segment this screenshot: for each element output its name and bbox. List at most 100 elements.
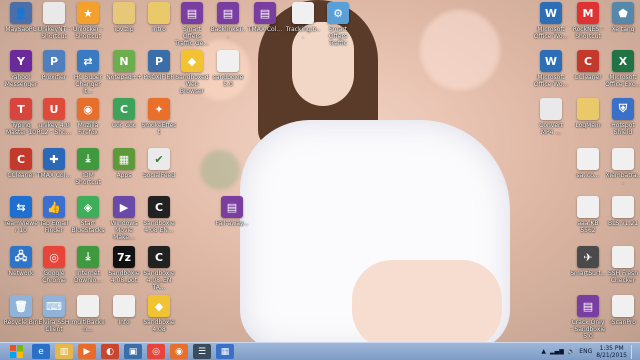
desktop-icon[interactable]: multiBacklin...: [70, 295, 106, 339]
volume-icon[interactable]: 🔊: [568, 348, 575, 355]
unlocker-icon: ★: [77, 2, 99, 24]
tray-arrow-icon[interactable]: ▲: [541, 348, 546, 355]
desktop-icon[interactable]: ✚ TMAX Col...: [36, 148, 72, 192]
desktop-icon[interactable]: ★ Unlocker - Shortcut: [70, 2, 106, 46]
desktop-icon[interactable]: iScanPro: [605, 295, 640, 339]
idm-icon: ⤓: [77, 246, 99, 268]
start-button[interactable]: [4, 344, 30, 359]
desktop-icon[interactable]: ✈ SmartSurf...: [570, 246, 606, 290]
apps-icon: ▦: [113, 148, 135, 170]
desktop-icon[interactable]: Uunikey 4.0 RC2 - Sho...: [36, 98, 72, 142]
language-indicator[interactable]: ENG: [579, 348, 592, 355]
desktop-icon[interactable]: LogMeIn: [570, 98, 606, 142]
desktop-icon[interactable]: sandboxie 5.0: [210, 50, 246, 94]
chrome-icon: ◎: [43, 246, 65, 268]
desktop-icon[interactable]: C CCleaner: [3, 148, 39, 192]
desktop-icon[interactable]: BLS v1.21: [605, 196, 640, 240]
desktop-icon[interactable]: ⬟ Xe tang: [605, 2, 640, 46]
desktop-icon[interactable]: M RockNES - Shortcut: [570, 2, 606, 46]
desktop-icon-label: Sandboxie 4.08: [143, 319, 175, 333]
desktop-icon[interactable]: ⚙ Smart Offers Traffic: [320, 2, 356, 47]
network-icon[interactable]: ▂▄▆: [550, 348, 564, 355]
desktop-icon-label: SSH Fresh Checker: [607, 270, 638, 284]
desktop-icon[interactable]: intro: [141, 2, 177, 46]
desktop-icon[interactable]: 🖧 Network: [3, 246, 39, 290]
taskbar-media-icon[interactable]: ▶: [78, 344, 96, 359]
desktop-icon[interactable]: Convert MP4 ...: [533, 98, 569, 142]
desktop-icon[interactable]: ▦ Apps: [106, 148, 142, 192]
file-icon: [540, 98, 562, 120]
user-icon: 👤: [10, 2, 32, 24]
desktop-icon-label: Cốc Cốc: [111, 122, 137, 129]
desktop-icon[interactable]: C Sandboxie 4.08 EN...: [141, 196, 177, 240]
taskbar-explorer-icon[interactable]: ▥: [55, 344, 73, 359]
desktop-icon[interactable]: ▤ Crack Only - Sandboxie 5.0: [570, 295, 606, 340]
desktop-icon[interactable]: ⛨ Hotspot Shield: [605, 98, 640, 142]
taskbar-app3-icon[interactable]: ☰: [193, 344, 211, 359]
network-icon: 🖧: [10, 246, 32, 268]
desktop-icon[interactable]: ◆ Sandboxie 4.08: [141, 295, 177, 339]
desktop-icon[interactable]: ✦ SmokeEffect: [141, 98, 177, 142]
smartsurf-icon: ✈: [577, 246, 599, 268]
desktop-icon[interactable]: X Microsoft Office Exc...: [605, 50, 640, 94]
desktop-icon[interactable]: ◆ Sandboxed Web Browser: [174, 50, 210, 95]
desktop-icon[interactable]: ipv.zip: [106, 2, 142, 46]
desktop-icon[interactable]: ⤓ IDM Shortcut: [70, 148, 106, 192]
desktop-icon-label: SmartSurf...: [570, 270, 606, 277]
taskbar-app2-icon[interactable]: ▣: [124, 344, 142, 359]
taskbar-chrome-icon[interactable]: ◎: [147, 344, 165, 359]
desktop-icon[interactable]: 7z Sandboxie 4.08_pot: [106, 246, 142, 290]
desktop-icon[interactable]: ▤ TMAX Col...: [247, 2, 283, 46]
clock[interactable]: 1:35 PM 8/21/2015: [596, 345, 627, 359]
desktop-icon[interactable]: ⌨ Elvira SSH Client: [36, 295, 72, 339]
desktop-icon[interactable]: sa.ico...: [570, 148, 606, 192]
desktop-icon-label: Apps: [116, 172, 132, 179]
bokeh-light: [420, 10, 500, 90]
desktop-icon[interactable]: ◎ Google Chrome: [36, 246, 72, 290]
taskbar-app4-icon[interactable]: ▦: [216, 344, 234, 359]
desktop-icon[interactable]: ▤ Smart Offers Traffic Ge...: [174, 2, 210, 47]
desktop-icon[interactable]: Xiembatra...: [605, 148, 640, 192]
desktop-icon[interactable]: P Proxifier: [36, 50, 72, 94]
taskbar-ie-icon[interactable]: e: [32, 344, 50, 359]
desktop-icon[interactable]: 🗑 Recycle Bin: [3, 295, 39, 339]
winrar-icon: ▤: [577, 295, 599, 317]
desktop-icon[interactable]: ⤓ Internet Downlo...: [70, 246, 106, 290]
desktop-icon[interactable]: C Sandboxie 4.08_EN TA...: [141, 246, 177, 291]
desktop-icon[interactable]: C Cốc Cốc: [106, 98, 142, 142]
desktop-icon[interactable]: 👤 MaySaoPC: [3, 2, 39, 46]
desktop-icon-label: Microsoft Office Wo...: [533, 74, 569, 88]
typing-icon: T: [10, 98, 32, 120]
check-icon: ✔: [148, 148, 170, 170]
desktop-icon-label: Tracking.b...: [285, 26, 321, 40]
desktop-icon[interactable]: ▶ Windows Movie Make...: [106, 196, 142, 241]
desktop-icon[interactable]: T Typing Master 10: [3, 98, 39, 142]
desktop-icon[interactable]: N Notepad++: [106, 50, 142, 94]
taskbar-firefox-icon[interactable]: ◉: [170, 344, 188, 359]
desktop-icon[interactable]: 👍 Tap Email Finder: [36, 196, 72, 240]
desktop-icon[interactable]: W Microsoft Office Wo...: [533, 2, 569, 46]
show-desktop-button[interactable]: [631, 344, 636, 359]
desktop-icon[interactable]: ✔ SocialFeed: [141, 148, 177, 192]
desktop-icon[interactable]: ⇄ HC Super Changer It...: [70, 50, 106, 95]
desktop-icon[interactable]: W Microsoft Office Wo...: [533, 50, 569, 94]
desktop-icon[interactable]: Info: [106, 295, 142, 339]
desktop-icon[interactable]: C CCleaner: [570, 50, 606, 94]
desktop-icon[interactable]: ▤ BacklinksT...: [210, 2, 246, 46]
bluestacks-icon: ◈: [77, 196, 99, 218]
desktop-icon[interactable]: ▤ Fall-away...: [214, 196, 250, 240]
desktop-icon[interactable]: ◉ Mozilla Firefox: [70, 98, 106, 142]
desktop-icon[interactable]: P PROXIFIER: [141, 50, 177, 94]
desktop-icon[interactable]: UnikeyNT - Shortcut: [36, 2, 72, 46]
winrar-icon: ▤: [221, 196, 243, 218]
file-icon: [612, 148, 634, 170]
desktop-icon[interactable]: ◈ Start BlueStacks: [70, 196, 106, 240]
desktop-icon[interactable]: Tracking.b...: [285, 2, 321, 46]
taskbar-app1-icon[interactable]: ◐: [101, 344, 119, 359]
desktop-icon[interactable]: SSH Fresh Checker: [605, 246, 640, 290]
desktop-icon[interactable]: Y Yahoo! Messenger: [3, 50, 39, 94]
desktop-icon-label: UnikeyNT - Shortcut: [37, 26, 71, 40]
desktop-icon[interactable]: aaa.KB 5562: [570, 196, 606, 240]
desktop-icon[interactable]: ⇆ TeamViewer 10: [3, 196, 39, 240]
sandboxie-icon: ◆: [181, 50, 203, 72]
